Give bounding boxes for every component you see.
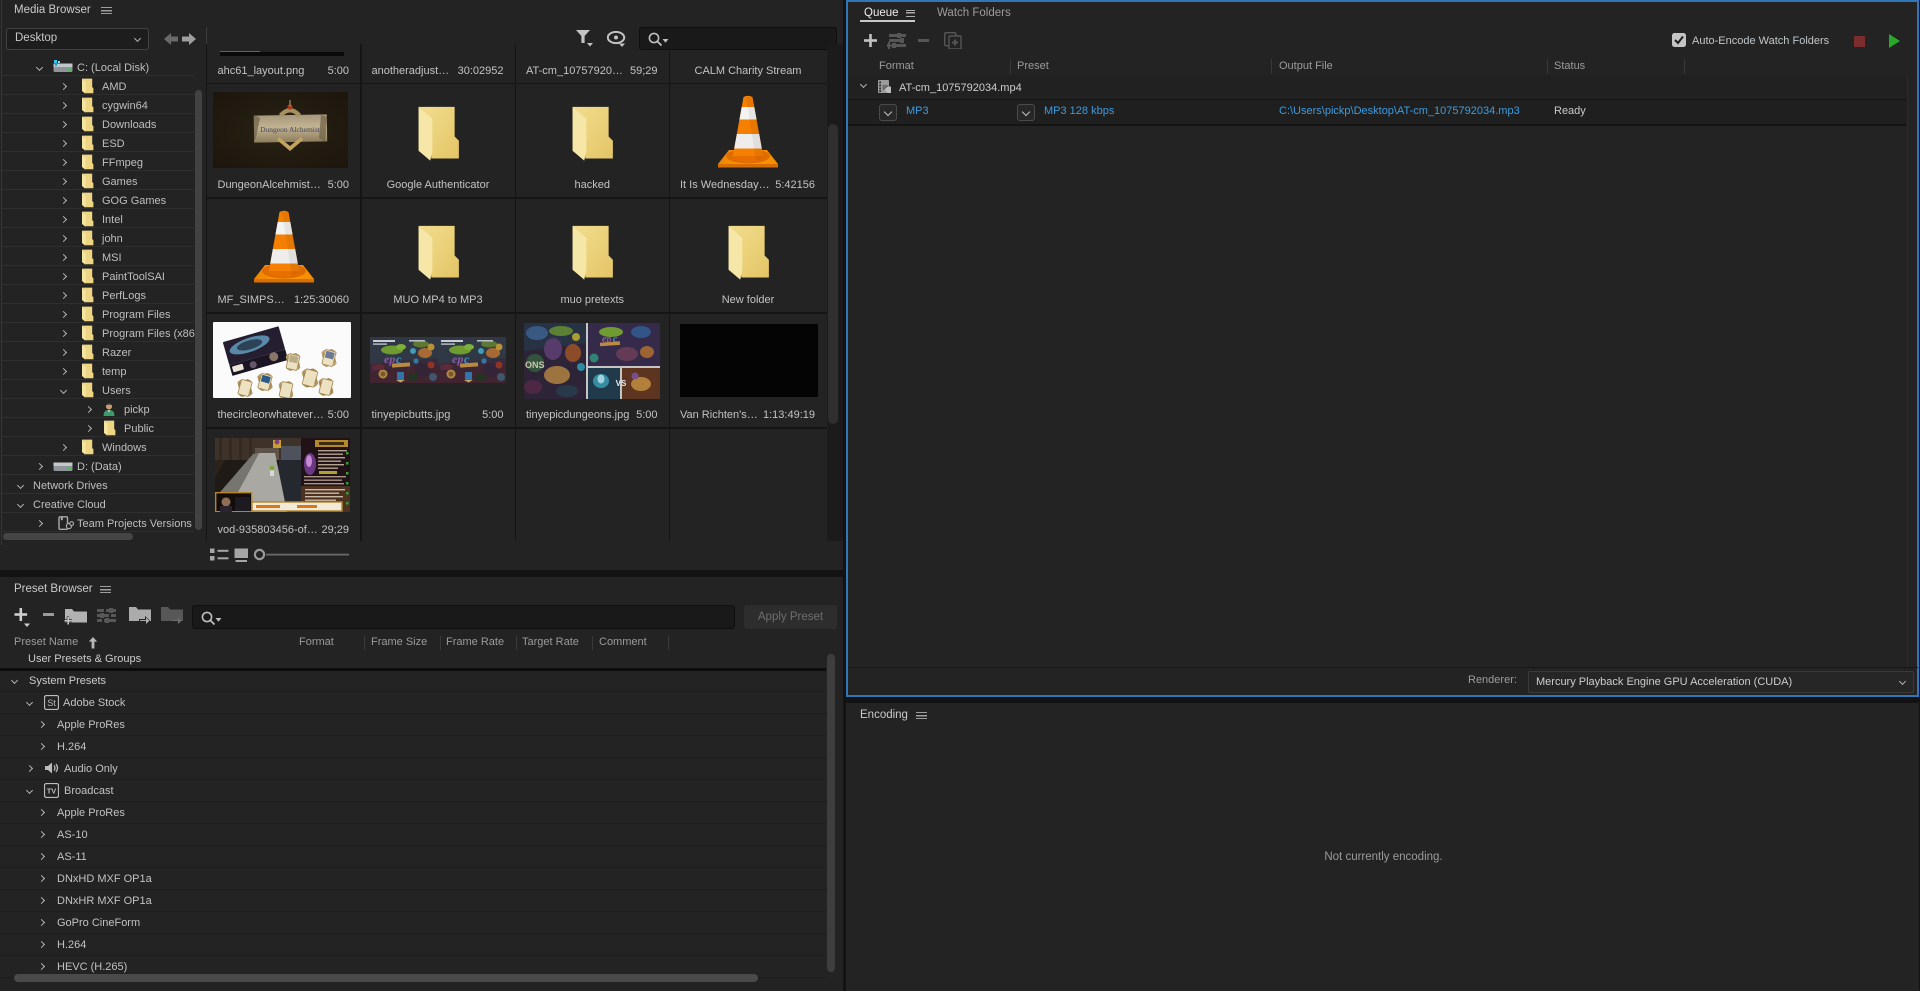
- svg-text:TV: TV: [47, 787, 57, 796]
- svg-text:St: St: [47, 698, 56, 708]
- svg-text:VS: VS: [616, 379, 627, 388]
- svg-text:Dungeon Alchemist: Dungeon Alchemist: [260, 125, 321, 134]
- svg-text:ONS: ONS: [525, 360, 545, 370]
